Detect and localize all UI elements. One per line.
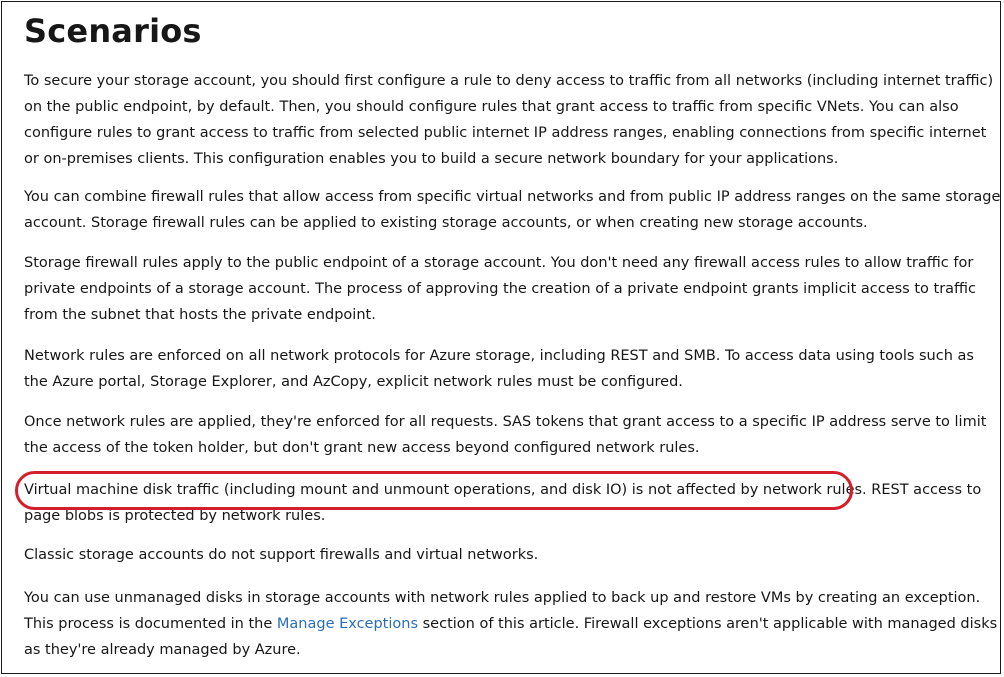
paragraph-line: the Azure portal, Storage Explorer, and … bbox=[24, 374, 683, 390]
manage-exceptions-link[interactable]: Manage Exceptions bbox=[277, 616, 418, 632]
paragraph-combine-firewall-rules: You can combine firewall rules that allo… bbox=[24, 184, 1001, 236]
section-heading: Scenarios bbox=[24, 12, 202, 50]
paragraph-line: You can combine firewall rules that allo… bbox=[24, 189, 1001, 205]
article-frame: Scenarios To secure your storage account… bbox=[1, 1, 1001, 674]
paragraph-line-with-link: This process is documented in the Manage… bbox=[24, 611, 997, 637]
paragraph-line: as they're already managed by Azure. bbox=[24, 642, 301, 658]
paragraph-public-endpoint-rules: Storage firewall rules apply to the publ… bbox=[24, 250, 984, 328]
paragraph-line: Storage firewall rules apply to the publ… bbox=[24, 255, 974, 271]
paragraph-unmanaged-disks: You can use unmanaged disks in storage a… bbox=[24, 585, 997, 663]
paragraph-line: the access of the token holder, but don'… bbox=[24, 440, 700, 456]
link-prefix-text: This process is documented in the bbox=[24, 616, 277, 632]
paragraph-line: on the public endpoint, by default. Then… bbox=[24, 99, 959, 115]
paragraph-classic-storage: Classic storage accounts do not support … bbox=[24, 542, 984, 568]
paragraph-line: You can use unmanaged disks in storage a… bbox=[24, 590, 981, 606]
paragraph-line: Once network rules are applied, they're … bbox=[24, 414, 987, 430]
paragraph-line: configure rules to grant access to traff… bbox=[24, 125, 987, 141]
paragraph-network-protocols: Network rules are enforced on all networ… bbox=[24, 343, 984, 395]
paragraph-line: Classic storage accounts do not support … bbox=[24, 547, 539, 563]
paragraph-line: private endpoints of a storage account. … bbox=[24, 281, 977, 297]
red-highlight-annotation bbox=[15, 471, 853, 510]
paragraph-sas-tokens: Once network rules are applied, they're … bbox=[24, 409, 987, 461]
paragraph-line: or on-premises clients. This configurati… bbox=[24, 151, 839, 167]
paragraph-line: from the subnet that hosts the private e… bbox=[24, 307, 376, 323]
paragraph-network-deny-default: To secure your storage account, you shou… bbox=[24, 68, 994, 172]
paragraph-line: account. Storage firewall rules can be a… bbox=[24, 215, 868, 231]
paragraph-line: To secure your storage account, you shou… bbox=[24, 73, 994, 89]
paragraph-line: Network rules are enforced on all networ… bbox=[24, 348, 974, 364]
link-suffix-text: section of this article. Firewall except… bbox=[418, 616, 998, 632]
